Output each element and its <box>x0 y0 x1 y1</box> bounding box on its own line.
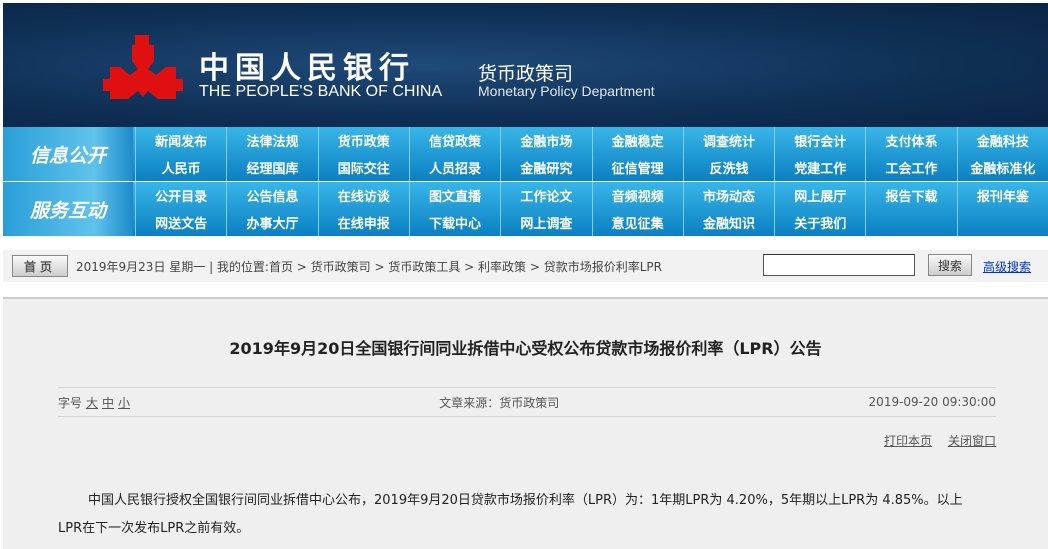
article-meta: 字号大中小 文章来源：货币政策司 2019-09-20 09:30:00 <box>58 387 996 417</box>
nav-item[interactable]: 市场动态 <box>682 182 774 209</box>
nav-item[interactable]: 人员招录 <box>408 154 500 181</box>
breadcrumb-bar: 首页 2019年9月23日 星期一 | 我的位置: 首页 > 货币政策司 > 货… <box>3 250 1048 282</box>
nav-item[interactable]: 报告下载 <box>865 182 956 209</box>
nav-item[interactable]: 支付体系 <box>865 127 956 154</box>
nav-item[interactable]: 金融研究 <box>500 154 591 181</box>
nav-item[interactable]: 音频视频 <box>591 182 683 209</box>
nav-item[interactable]: 在线申报 <box>317 209 409 236</box>
pboc-logo-icon <box>103 35 183 99</box>
nav-item[interactable]: 经理国库 <box>226 154 317 181</box>
nav-item[interactable]: 关于我们 <box>774 209 865 236</box>
nav-item[interactable]: 征信管理 <box>591 154 683 181</box>
nav-item[interactable]: 调查统计 <box>682 127 774 154</box>
current-date: 2019年9月23日 星期一 | 我的位置: <box>76 259 269 274</box>
article-panel: 2019年9月20日全国银行间同业拆借中心受权公布贷款市场报价利率（LPR）公告… <box>3 297 1048 549</box>
nav-band-info: 信息公开 新闻发布 法律法规 货币政策 信贷政策 金融市场 金融稳定 调查统计 银行会计 支付体… <box>3 127 1048 181</box>
nav-item[interactable]: 意见征集 <box>591 209 683 236</box>
nav-item[interactable]: 货币政策 <box>317 127 409 154</box>
nav-item[interactable]: 法律法规 <box>226 127 317 154</box>
nav-band-label: 信息公开 <box>3 127 133 181</box>
search-input[interactable] <box>763 254 915 276</box>
nav-band-service: 服务互动 公开目录 公告信息 在线访谈 图文直播 工作论文 音频视频 市场动态 网上展厅 报告下… <box>3 182 1048 236</box>
nav-item[interactable]: 图文直播 <box>408 182 500 209</box>
nav-item[interactable]: 党建工作 <box>774 154 865 181</box>
nav-item[interactable]: 在线访谈 <box>317 182 409 209</box>
dept-name-cn: 货币政策司 <box>478 63 574 85</box>
nav-item[interactable]: 新闻发布 <box>135 127 226 154</box>
nav-item[interactable]: 网送文告 <box>135 209 226 236</box>
nav-item[interactable]: 金融标准化 <box>956 154 1048 181</box>
nav-band-label: 服务互动 <box>3 182 133 236</box>
font-size-label: 字号 <box>58 395 83 410</box>
bank-name-cn: 中国人民银行 <box>199 51 415 86</box>
breadcrumb[interactable]: 首页 > 货币政策司 > 货币政策工具 > 利率政策 > 贷款市场报价利率LPR <box>269 258 662 275</box>
article-title: 2019年9月20日全国银行间同业拆借中心受权公布贷款市场报价利率（LPR）公告 <box>229 339 822 358</box>
nav-item[interactable]: 报刊年鉴 <box>956 182 1048 209</box>
nav-item[interactable]: 金融稳定 <box>591 127 683 154</box>
site-header: 中国人民银行 THE PEOPLE'S BANK OF CHINA 货币政策司 … <box>3 3 1048 127</box>
nav-item[interactable]: 金融知识 <box>682 209 774 236</box>
nav-item[interactable]: 工会工作 <box>865 154 956 181</box>
nav-item <box>956 209 1048 236</box>
nav-item[interactable]: 人民币 <box>135 154 226 181</box>
print-link[interactable]: 打印本页 <box>884 434 932 448</box>
close-window-link[interactable]: 关闭窗口 <box>948 434 996 448</box>
article-body: 中国人民银行授权全国银行间同业拆借中心公布，2019年9月20日贷款市场报价利率… <box>58 493 963 536</box>
nav-item[interactable]: 金融市场 <box>500 127 591 154</box>
font-small-link[interactable]: 小 <box>118 396 130 410</box>
nav-item[interactable]: 国际交往 <box>317 154 409 181</box>
article-datetime: 2019-09-20 09:30:00 <box>868 395 996 409</box>
font-large-link[interactable]: 大 <box>86 396 98 410</box>
home-button[interactable]: 首页 <box>12 255 68 277</box>
bank-name-en: THE PEOPLE'S BANK OF CHINA <box>199 83 443 100</box>
advanced-search-link[interactable]: 高级搜索 <box>983 258 1031 275</box>
nav-item[interactable]: 网上调查 <box>500 209 591 236</box>
nav-item[interactable]: 反洗钱 <box>682 154 774 181</box>
nav-item <box>865 209 956 236</box>
nav-item[interactable]: 公开目录 <box>135 182 226 209</box>
nav-item[interactable]: 金融科技 <box>956 127 1048 154</box>
article-source: 文章来源：货币政策司 <box>439 395 560 410</box>
dept-name-en: Monetary Policy Department <box>478 83 655 99</box>
nav-item[interactable]: 银行会计 <box>774 127 865 154</box>
nav-item[interactable]: 下载中心 <box>408 209 500 236</box>
font-medium-link[interactable]: 中 <box>102 396 114 410</box>
nav-item[interactable]: 办事大厅 <box>226 209 317 236</box>
search-button[interactable]: 搜索 <box>928 254 972 276</box>
nav-item[interactable]: 公告信息 <box>226 182 317 209</box>
nav-item[interactable]: 信贷政策 <box>408 127 500 154</box>
nav-item[interactable]: 工作论文 <box>500 182 591 209</box>
nav-item[interactable]: 网上展厅 <box>774 182 865 209</box>
